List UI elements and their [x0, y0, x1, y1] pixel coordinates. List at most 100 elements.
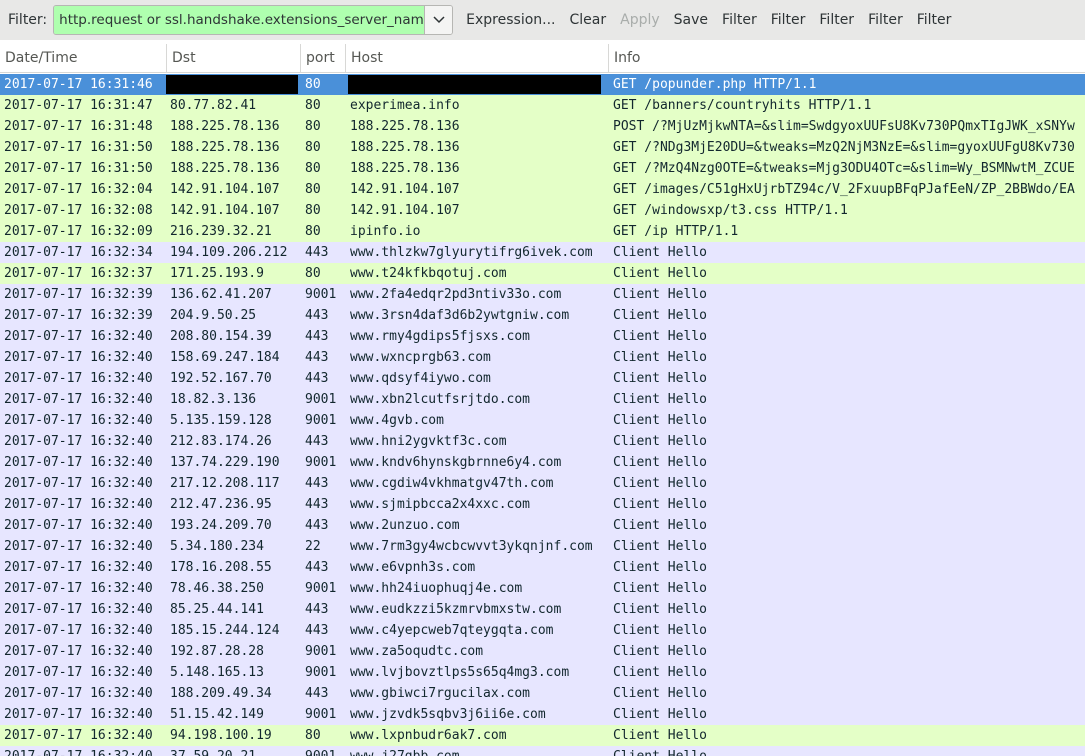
table-row[interactable]: 2017-07-17 16:31:46 80 GET /popunder.php H…	[0, 74, 1085, 95]
cell-dst: 142.91.104.107	[170, 182, 280, 197]
cell-datetime: 2017-07-17 16:32:40	[4, 623, 153, 638]
cell-port: 9001	[305, 644, 337, 659]
cell-port: 80	[305, 98, 321, 113]
cell-dst: 137.74.229.190	[170, 455, 280, 470]
cell-host: www.xbn2lcutfsrjtdo.com	[350, 392, 531, 407]
filter-toolbar: Filter: http.request or ssl.handshake.ex…	[0, 0, 1085, 40]
filter-button-3[interactable]: Filter	[812, 5, 861, 35]
packet-list[interactable]: 2017-07-17 16:31:46 80 GET /popunder.php H…	[0, 74, 1085, 756]
table-row[interactable]: 2017-07-17 16:32:40 18.82.3.136 9001 www.xb…	[0, 389, 1085, 410]
table-row[interactable]: 2017-07-17 16:32:40 5.135.159.128 9001 www.…	[0, 410, 1085, 431]
filter-button-4[interactable]: Filter	[861, 5, 910, 35]
cell-port: 80	[305, 77, 321, 92]
table-row[interactable]: 2017-07-17 16:32:40 5.148.165.13 9001 www.l…	[0, 662, 1085, 683]
table-row[interactable]: 2017-07-17 16:32:40 193.24.209.70 443 www.2…	[0, 515, 1085, 536]
table-row[interactable]: 2017-07-17 16:32:40 185.15.244.124 443 www.…	[0, 620, 1085, 641]
cell-host: www.4gvb.com	[350, 413, 444, 428]
column-header-datetime[interactable]: Date/Time	[0, 44, 167, 72]
table-row[interactable]: 2017-07-17 16:32:40 178.16.208.55 443 www.e…	[0, 557, 1085, 578]
cell-host: www.eudkzzi5kzmrvbmxstw.com	[350, 602, 562, 617]
filter-history-dropdown-button[interactable]	[424, 6, 453, 34]
filter-button-1[interactable]: Filter	[715, 5, 764, 35]
cell-info: GET /banners/countryhits HTTP/1.1	[613, 98, 872, 113]
cell-datetime: 2017-07-17 16:32:40	[4, 392, 153, 407]
table-row[interactable]: 2017-07-17 16:32:40 212.47.236.95 443 www.s…	[0, 494, 1085, 515]
cell-info: GET /images/C51gHxUjrbTZ94c/V_2FxuupBFqP…	[613, 182, 1075, 197]
table-row[interactable]: 2017-07-17 16:32:40 192.87.28.28 9001 www.z…	[0, 641, 1085, 662]
cell-dst: 94.198.100.19	[170, 728, 272, 743]
table-row[interactable]: 2017-07-17 16:32:40 37.59.20.21 9001 www.j2…	[0, 746, 1085, 756]
cell-port: 9001	[305, 287, 337, 302]
cell-host: www.7rm3gy4wcbcwvvt3ykqnjnf.com	[350, 539, 593, 554]
cell-dst: 194.109.206.212	[170, 245, 288, 260]
table-row[interactable]: 2017-07-17 16:32:40 158.69.247.184 443 www.…	[0, 347, 1085, 368]
table-row[interactable]: 2017-07-17 16:32:40 5.34.180.234 22 www.7rm…	[0, 536, 1085, 557]
cell-info: Client Hello	[613, 455, 707, 470]
table-row[interactable]: 2017-07-17 16:31:48 188.225.78.136 80 188.2…	[0, 116, 1085, 137]
table-row[interactable]: 2017-07-17 16:32:40 192.52.167.70 443 www.q…	[0, 368, 1085, 389]
cell-info: Client Hello	[613, 413, 707, 428]
table-row[interactable]: 2017-07-17 16:32:40 78.46.38.250 9001 www.h…	[0, 578, 1085, 599]
save-button[interactable]: Save	[667, 5, 715, 35]
cell-dst: 216.239.32.21	[170, 224, 272, 239]
cell-port: 22	[305, 539, 321, 554]
filter-label: Filter:	[8, 12, 48, 28]
display-filter-combo[interactable]: http.request or ssl.handshake.extensions…	[53, 5, 454, 35]
table-row[interactable]: 2017-07-17 16:32:40 85.25.44.141 443 www.eu…	[0, 599, 1085, 620]
table-row[interactable]: 2017-07-17 16:32:40 212.83.174.26 443 www.h…	[0, 431, 1085, 452]
table-row[interactable]: 2017-07-17 16:32:40 188.209.49.34 443 www.g…	[0, 683, 1085, 704]
table-row[interactable]: 2017-07-17 16:32:40 217.12.208.117 443 www.…	[0, 473, 1085, 494]
cell-datetime: 2017-07-17 16:32:39	[4, 308, 153, 323]
cell-host: www.2unzuo.com	[350, 518, 460, 533]
cell-info: Client Hello	[613, 392, 707, 407]
cell-host: www.cgdiw4vkhmatgv47th.com	[350, 476, 554, 491]
cell-port: 443	[305, 371, 329, 386]
table-row[interactable]: 2017-07-17 16:32:40 137.74.229.190 9001 www…	[0, 452, 1085, 473]
cell-info: Client Hello	[613, 476, 707, 491]
cell-dst: 178.16.208.55	[170, 560, 272, 575]
filter-button-2[interactable]: Filter	[764, 5, 813, 35]
apply-button[interactable]: Apply	[613, 5, 667, 35]
display-filter-input[interactable]: http.request or ssl.handshake.extensions…	[54, 6, 425, 34]
cell-host: www.sjmipbcca2x4xxc.com	[350, 497, 531, 512]
table-row[interactable]: 2017-07-17 16:31:47 80.77.82.41 80 experime…	[0, 95, 1085, 116]
table-row[interactable]: 2017-07-17 16:32:39 136.62.41.207 9001 www.…	[0, 284, 1085, 305]
clear-button[interactable]: Clear	[563, 5, 614, 35]
cell-host: 188.225.78.136	[350, 140, 460, 155]
cell-dst: 188.225.78.136	[170, 161, 280, 176]
column-header-host[interactable]: Host	[346, 44, 609, 72]
table-row[interactable]: 2017-07-17 16:32:09 216.239.32.21 80 ipinfo…	[0, 221, 1085, 242]
table-row[interactable]: 2017-07-17 16:32:40 94.198.100.19 80 www.lx…	[0, 725, 1085, 746]
cell-host: www.hni2ygvktf3c.com	[350, 434, 507, 449]
cell-info: GET /popunder.php HTTP/1.1	[613, 77, 817, 92]
cell-datetime: 2017-07-17 16:32:39	[4, 287, 153, 302]
table-row[interactable]: 2017-07-17 16:32:08 142.91.104.107 80 142.9…	[0, 200, 1085, 221]
filter-button-5[interactable]: Filter	[910, 5, 959, 35]
cell-datetime: 2017-07-17 16:31:50	[4, 140, 153, 155]
table-row[interactable]: 2017-07-17 16:32:40 208.80.154.39 443 www.r…	[0, 326, 1085, 347]
column-header-dst[interactable]: Dst	[167, 44, 301, 72]
cell-info: Client Hello	[613, 497, 707, 512]
cell-datetime: 2017-07-17 16:32:40	[4, 497, 153, 512]
table-row[interactable]: 2017-07-17 16:32:37 171.25.193.9 80 www.t24…	[0, 263, 1085, 284]
cell-port: 9001	[305, 455, 337, 470]
table-row[interactable]: 2017-07-17 16:32:39 204.9.50.25 443 www.3rs…	[0, 305, 1085, 326]
cell-datetime: 2017-07-17 16:32:40	[4, 434, 153, 449]
cell-dst: 5.148.165.13	[170, 665, 264, 680]
cell-datetime: 2017-07-17 16:32:40	[4, 350, 153, 365]
packet-list-header: Date/Time Dst port Host Info	[0, 44, 1085, 73]
table-row[interactable]: 2017-07-17 16:32:40 51.15.42.149 9001 www.j…	[0, 704, 1085, 725]
table-row[interactable]: 2017-07-17 16:31:50 188.225.78.136 80 188.2…	[0, 158, 1085, 179]
expression-button[interactable]: Expression...	[459, 5, 562, 35]
cell-datetime: 2017-07-17 16:32:40	[4, 560, 153, 575]
table-row[interactable]: 2017-07-17 16:32:34 194.109.206.212 443 www…	[0, 242, 1085, 263]
column-header-port[interactable]: port	[301, 44, 346, 72]
cell-host: www.qdsyf4iywo.com	[350, 371, 491, 386]
table-row[interactable]: 2017-07-17 16:32:04 142.91.104.107 80 142.9…	[0, 179, 1085, 200]
column-header-info[interactable]: Info	[609, 44, 1085, 72]
cell-datetime: 2017-07-17 16:32:40	[4, 455, 153, 470]
cell-port: 443	[305, 329, 329, 344]
cell-host: www.thlzkw7glyurytifrg6ivek.com	[350, 245, 593, 260]
table-row[interactable]: 2017-07-17 16:31:50 188.225.78.136 80 188.2…	[0, 137, 1085, 158]
cell-host: www.j27gbb.com	[350, 746, 608, 756]
